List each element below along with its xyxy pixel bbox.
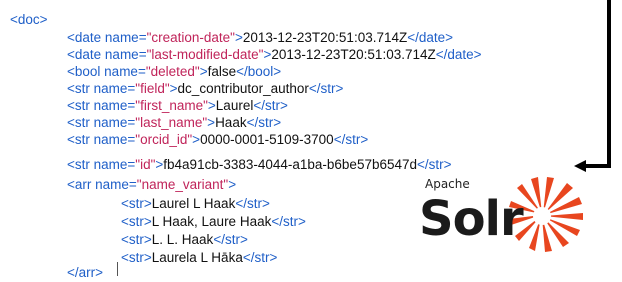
text-cursor: [117, 262, 118, 276]
xml-line-deleted: <bool name="deleted">false</bool>: [67, 64, 282, 79]
xml-line-id: <str name="id">fb4a91cb-3383-4044-a1ba-b…: [67, 157, 452, 172]
xml-variant-3: <str>L. L. Haak</str>: [121, 232, 248, 247]
arrow-shaft-vertical: [607, 0, 611, 167]
solr-wordmark: Solr: [419, 191, 524, 247]
xml-line-arr-open: <arr name="name_variant">: [67, 177, 237, 192]
xml-line-last-name: <str name="last_name">Haak</str>: [67, 115, 282, 130]
xml-variant-4: <str>Laurela L Hāka</str>: [121, 250, 278, 265]
xml-line-field: <str name="field">dc_contributor_author<…: [67, 81, 344, 96]
xml-line-creation-date: <date name="creation-date">2013-12-23T20…: [67, 30, 454, 45]
xml-variant-1: <str>Laurel L Haak</str>: [121, 196, 270, 211]
xml-line-last-modified-date: <date name="last-modified-date">2013-12-…: [67, 47, 482, 62]
xml-variant-2: <str>L Haak, Laure Haak</str>: [121, 214, 306, 229]
arrow-head: [574, 160, 586, 172]
doc-open-tag: <doc>: [10, 12, 48, 27]
apache-solr-logo: Apache Solr: [415, 175, 585, 270]
arrow-shaft-horizontal: [584, 164, 611, 168]
xml-line-first-name: <str name="first_name">Laurel</str>: [67, 98, 288, 113]
xml-line-orcid-id: <str name="orcid_id">0000-0001-5109-3700…: [67, 132, 369, 147]
xml-line-arr-close: </arr>: [67, 265, 104, 280]
